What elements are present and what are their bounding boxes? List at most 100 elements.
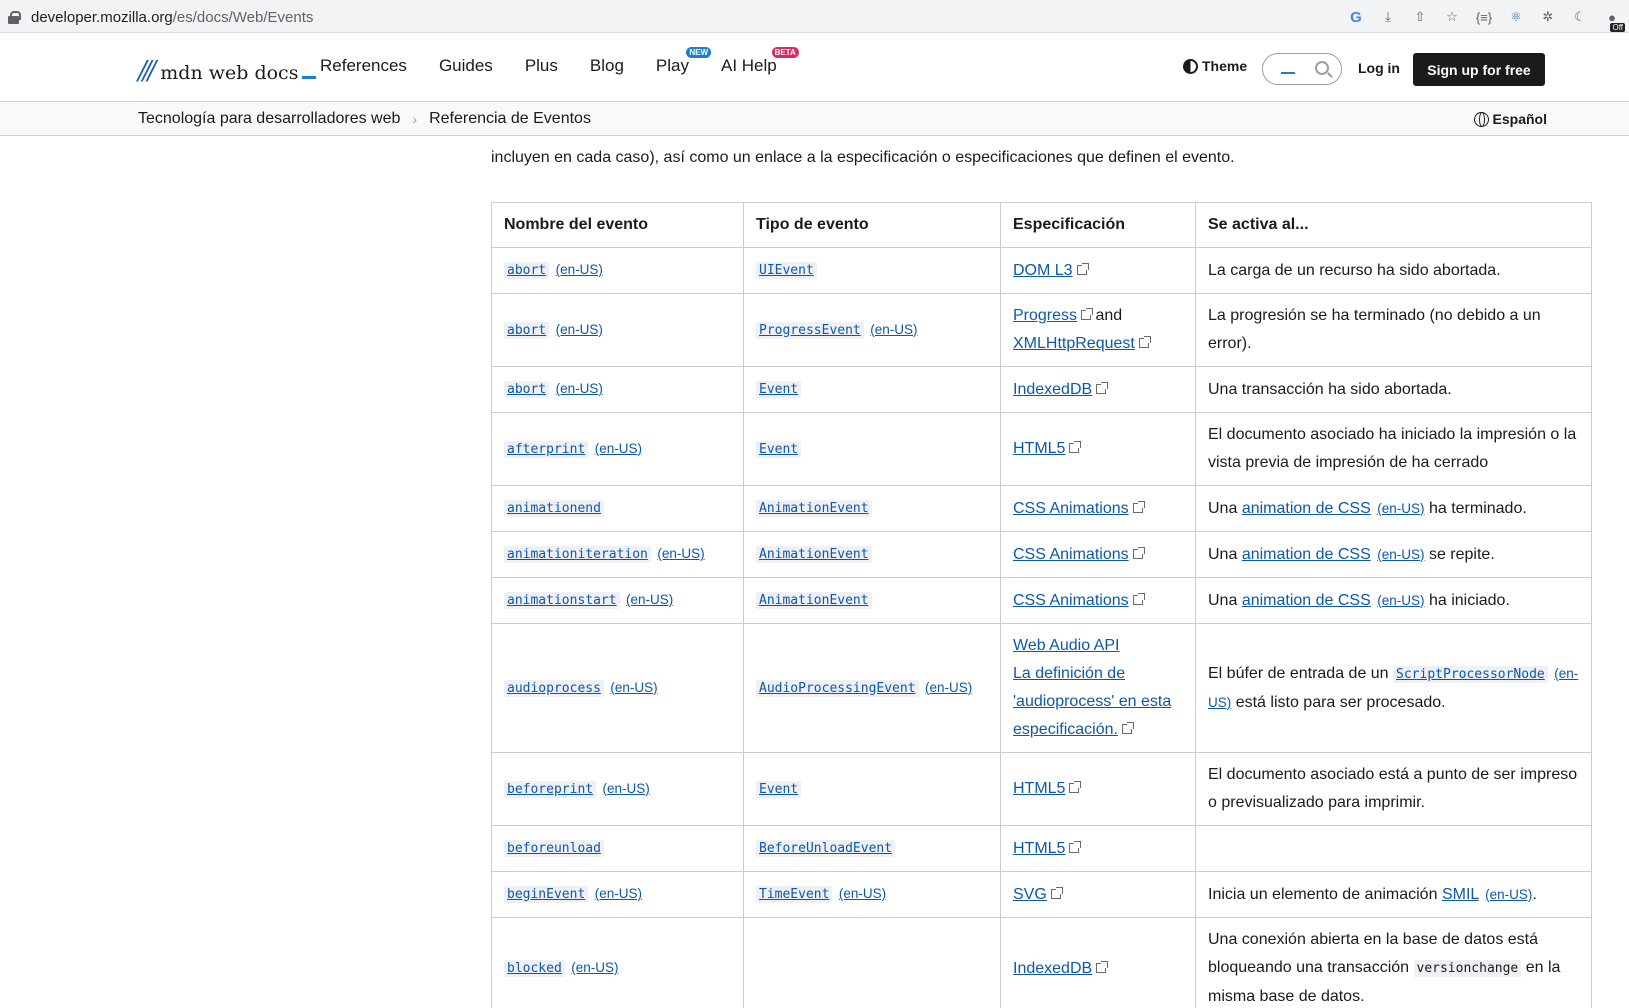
event-name-link[interactable]: animationend [504, 499, 604, 517]
event-name-link[interactable]: animationstart [504, 591, 620, 609]
logo-cursor [302, 76, 317, 79]
external-link-icon [1081, 308, 1094, 320]
trigger-description-end: ha terminado. [1428, 499, 1527, 517]
spec-link[interactable]: HTML5 [1013, 840, 1065, 857]
spec-link[interactable]: IndexedDB [1013, 381, 1092, 398]
search-input[interactable] [1262, 53, 1342, 85]
spec-link[interactable]: HTML5 [1013, 780, 1065, 797]
spec-link[interactable]: CSS Animations [1013, 546, 1129, 563]
en-us-link[interactable]: (en-US) [925, 680, 972, 695]
event-type-link[interactable]: AnimationEvent [756, 591, 872, 609]
event-name-link[interactable]: afterprint [504, 440, 589, 458]
event-name: animationiteration [504, 546, 651, 563]
event-name-link[interactable]: beforeunload [504, 839, 604, 857]
breadcrumb-item-web[interactable]: Tecnología para desarrolladores web [138, 110, 400, 128]
disabled-extension-icon[interactable]: ● Off [1603, 8, 1625, 32]
event-name-link[interactable]: abort [504, 321, 550, 339]
event-type-link[interactable]: TimeEvent [756, 885, 833, 903]
mdn-logo[interactable]: /// mdn web docs [138, 56, 317, 86]
en-us-link[interactable]: (en-US) [556, 322, 603, 337]
table-row: abort (en-US) UIEvent DOM L3 La carga de un… [491, 247, 1592, 294]
description-link[interactable]: animation de CSS [1242, 546, 1371, 563]
spec-link-secondary[interactable]: XMLHttpRequest [1013, 335, 1135, 352]
breadcrumb-item-events[interactable]: Referencia de Eventos [429, 110, 591, 128]
en-us-link[interactable]: (en-US) [610, 680, 657, 695]
event-name-link[interactable]: audioprocess [504, 679, 604, 697]
event-name-cell: beforeprint (en-US) [491, 752, 744, 826]
nav-item-ai-help[interactable]: AI Help BETA [721, 47, 799, 76]
login-link[interactable]: Log in [1358, 60, 1400, 76]
event-type-link[interactable]: Event [756, 380, 802, 398]
table-row: audioprocess (en-US) AudioProcessingEvent… [491, 623, 1592, 753]
signup-button[interactable]: Sign up for free [1413, 53, 1545, 86]
event-type-link[interactable]: UIEvent [756, 261, 817, 279]
en-us-link[interactable]: (en-US) [1485, 887, 1532, 902]
event-type-link[interactable]: ProgressEvent [756, 321, 864, 339]
description-code-link[interactable]: ScriptProcessorNode [1393, 665, 1548, 683]
event-type-link[interactable]: AudioProcessingEvent [756, 679, 919, 697]
description-link[interactable]: animation de CSS [1242, 592, 1371, 609]
event-type-link[interactable]: AnimationEvent [756, 499, 872, 517]
spec-link[interactable]: DOM L3 [1013, 262, 1073, 279]
spec-link[interactable]: CSS Animations [1013, 500, 1129, 517]
event-name-link[interactable]: abort [504, 380, 550, 398]
moon-extension-icon[interactable]: ☾ [1571, 8, 1589, 26]
spec-link[interactable]: SVG [1013, 886, 1047, 903]
description-link[interactable]: animation de CSS [1242, 500, 1371, 517]
event-name-link[interactable]: abort [504, 261, 550, 279]
en-us-link[interactable]: (en-US) [571, 960, 618, 975]
en-us-link[interactable]: (en-US) [657, 546, 704, 561]
description-code: ScriptProcessorNode [1393, 665, 1548, 683]
spec-link[interactable]: HTML5 [1013, 440, 1065, 457]
bookmark-star-icon[interactable]: ☆ [1443, 8, 1461, 26]
spec-link[interactable]: CSS Animations [1013, 592, 1129, 609]
address-bar[interactable]: developer.mozilla.org/es/docs/Web/Events [8, 6, 313, 28]
nav-item-guides[interactable]: Guides [439, 56, 493, 76]
download-icon[interactable]: ⤓ [1379, 8, 1397, 26]
trigger-description-end: se repite. [1428, 545, 1495, 563]
en-us-link[interactable]: (en-US) [603, 781, 650, 796]
spec-link[interactable]: Web Audio API [1013, 637, 1119, 654]
event-name: audioprocess [504, 679, 604, 697]
share-icon[interactable]: ⇧ [1411, 8, 1429, 26]
event-name-link[interactable]: beginEvent [504, 885, 589, 903]
en-us-link[interactable]: (en-US) [595, 886, 642, 901]
en-us-link[interactable]: (en-US) [595, 441, 642, 456]
spec-link[interactable]: Progress [1013, 307, 1077, 324]
en-us-link[interactable]: (en-US) [1377, 547, 1424, 562]
event-type-link[interactable]: Event [756, 780, 802, 798]
nav-item-references[interactable]: References [320, 56, 407, 76]
spec-link-secondary[interactable]: La definición de 'audioprocess' en esta … [1013, 665, 1171, 738]
react-devtools-icon[interactable]: ⚛ [1507, 8, 1525, 26]
theme-button[interactable]: Theme [1183, 58, 1247, 74]
json-extension-icon[interactable]: {≡} [1475, 8, 1493, 26]
event-type-link[interactable]: BeforeUnloadEvent [756, 839, 896, 857]
lock-icon[interactable] [8, 10, 21, 24]
event-name-link[interactable]: animationiteration [504, 545, 651, 563]
nav-item-play[interactable]: Play NEW [656, 47, 711, 76]
gear-extension-icon[interactable]: ✲ [1539, 8, 1557, 26]
en-us-link[interactable]: (en-US) [1377, 593, 1424, 608]
table-row: beforeunload BeforeUnloadEvent HTML5 [491, 825, 1592, 872]
spec-link[interactable]: IndexedDB [1013, 960, 1092, 977]
nav-item-blog[interactable]: Blog [590, 56, 624, 76]
en-us-link[interactable]: (en-US) [556, 381, 603, 396]
event-type-link[interactable]: AnimationEvent [756, 545, 872, 563]
nav-item-plus[interactable]: Plus [525, 56, 558, 76]
en-us-link[interactable]: (en-US) [1377, 501, 1424, 516]
event-name-cell: beginEvent (en-US) [491, 871, 744, 918]
event-name-link[interactable]: beforeprint [504, 780, 597, 798]
en-us-link[interactable]: (en-US) [556, 262, 603, 277]
trigger-description-cell: El documento asociado ha iniciado la imp… [1195, 412, 1592, 486]
google-icon[interactable]: G [1347, 8, 1365, 26]
event-name-cell: animationend [491, 485, 744, 532]
en-us-link[interactable]: (en-US) [839, 886, 886, 901]
description-link[interactable]: SMIL [1442, 886, 1479, 903]
external-link-icon [1132, 592, 1145, 605]
en-us-link[interactable]: (en-US) [870, 322, 917, 337]
event-type-link[interactable]: Event [756, 440, 802, 458]
en-us-link[interactable]: (en-US) [626, 592, 673, 607]
event-name-link[interactable]: blocked [504, 959, 565, 977]
language-switcher[interactable]: Español [1473, 111, 1547, 127]
trigger-description: La progresión se ha terminado (no debido… [1208, 307, 1541, 352]
